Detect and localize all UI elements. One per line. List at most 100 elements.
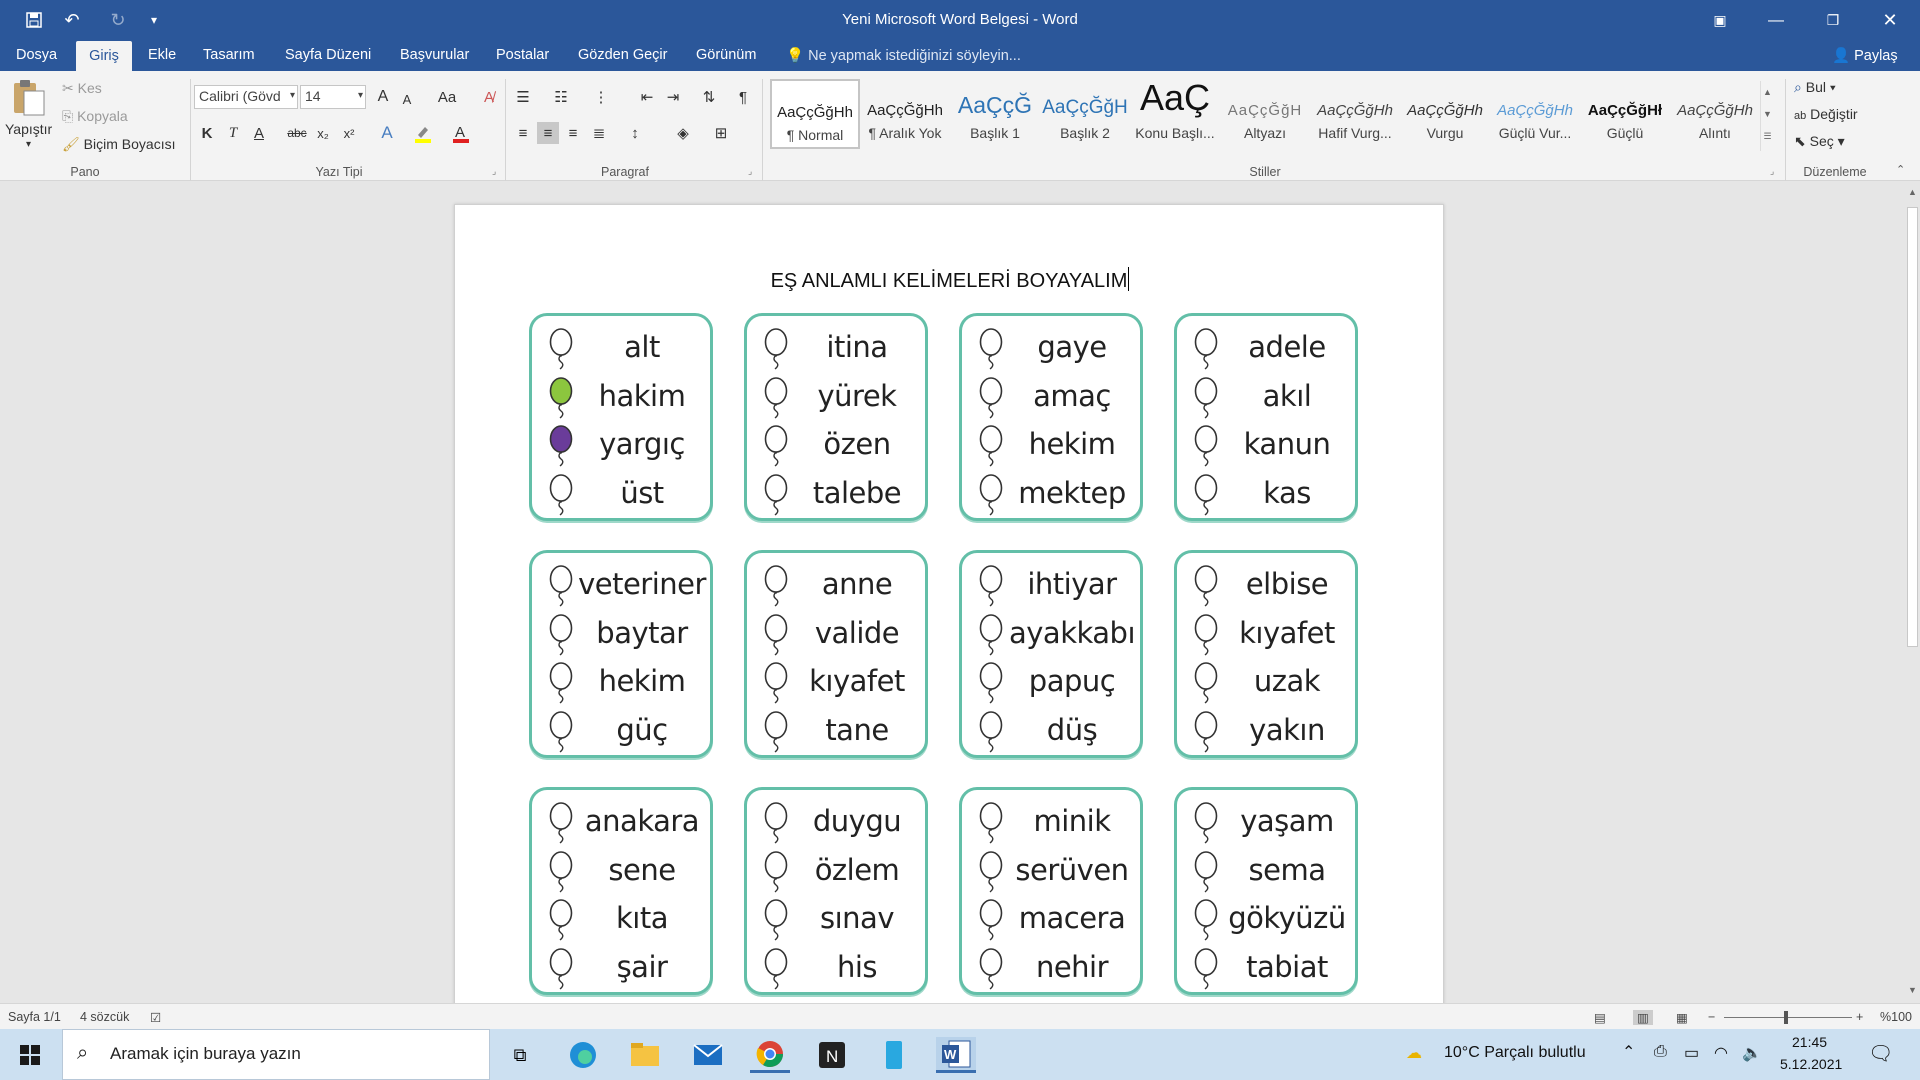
share-button[interactable]: 👤 Paylaş [1832, 47, 1898, 64]
grow-font-icon[interactable]: A [372, 86, 394, 108]
balloon-icon[interactable] [548, 613, 574, 656]
balloon-icon[interactable] [978, 710, 1004, 753]
zoom-slider[interactable] [1724, 1017, 1852, 1018]
gallery-scroll[interactable]: ▲ ▼ ☰ [1760, 81, 1774, 151]
balloon-icon[interactable] [1193, 328, 1219, 370]
shading-icon[interactable]: ◈ [672, 122, 694, 144]
chrome-icon[interactable] [750, 1037, 790, 1073]
style-title[interactable]: AaÇ Konu Başlı... [1130, 79, 1220, 149]
balloon-icon[interactable] [978, 425, 1004, 467]
style-quote[interactable]: AaÇçĞğHh Alıntı [1670, 79, 1760, 149]
balloon-icon[interactable] [763, 473, 789, 516]
balloon-icon[interactable] [763, 613, 789, 656]
balloon-icon[interactable] [548, 899, 574, 941]
find-button[interactable]: ⌕ Bul ▾ [1794, 79, 1836, 96]
font-color-icon[interactable]: A [450, 122, 472, 144]
style-heading-2[interactable]: AaÇçĞğH Başlık 2 [1040, 79, 1130, 149]
balloon-icon[interactable] [1193, 565, 1219, 607]
style-strong[interactable]: AaÇçĞğHł Güçlü [1580, 79, 1670, 149]
app-icon[interactable] [874, 1037, 914, 1073]
bold-button[interactable]: K [196, 122, 218, 144]
taskbar-search-box[interactable]: ⌕ Aramak için buraya yazın [62, 1029, 490, 1080]
tab-sayfa-duzeni[interactable]: Sayfa Düzeni [285, 47, 371, 63]
balloon-icon[interactable] [763, 328, 789, 370]
wifi-icon[interactable]: ◠ [1714, 1043, 1728, 1063]
underline-button[interactable]: A [248, 122, 270, 144]
numbering-icon[interactable]: ☷ [550, 86, 572, 108]
style-intense-emphasis[interactable]: AaÇçĞğHh Güçlü Vur... [1490, 79, 1580, 149]
balloon-icon[interactable] [978, 662, 1004, 704]
tab-ekle[interactable]: Ekle [148, 47, 176, 63]
line-spacing-icon[interactable]: ↕ [624, 122, 646, 144]
document-heading[interactable]: EŞ ANLAMLI KELİMELERİ BOYAYALIM [455, 267, 1445, 293]
file-explorer-icon[interactable] [625, 1037, 665, 1073]
copy-button[interactable]: ⎘ Kopyala [62, 108, 128, 125]
balloon-icon[interactable] [1193, 662, 1219, 704]
paste-button[interactable]: Yapıştır [5, 121, 52, 137]
dialog-launcher-icon[interactable]: ⌟ [1770, 166, 1774, 177]
vertical-scrollbar[interactable]: ▲ ▼ [1905, 181, 1920, 1003]
balloon-icon[interactable] [763, 899, 789, 941]
balloon-icon[interactable] [763, 710, 789, 753]
replace-button[interactable]: ab Değiştir [1794, 106, 1858, 122]
ribbon-display-icon[interactable]: ▣ [1692, 0, 1748, 41]
dialog-launcher-icon[interactable]: ⌟ [492, 166, 496, 177]
text-effects-icon[interactable]: A [376, 122, 398, 144]
balloon-icon[interactable] [763, 802, 789, 844]
decrease-indent-icon[interactable]: ⇤ [636, 86, 658, 108]
zoom-slider-thumb[interactable] [1784, 1011, 1788, 1024]
balloon-icon[interactable] [978, 473, 1004, 516]
word-count[interactable]: 4 sözcük [80, 1010, 129, 1024]
document-page[interactable]: EŞ ANLAMLI KELİMELERİ BOYAYALIM alt hakim… [454, 204, 1444, 1003]
balloon-icon[interactable] [763, 947, 789, 990]
dialog-launcher-icon[interactable]: ⌟ [748, 166, 752, 177]
close-button[interactable]: ✕ [1862, 0, 1918, 41]
page-count[interactable]: Sayfa 1/1 [8, 1010, 61, 1024]
format-painter-button[interactable]: 🖌 Biçim Boyacısı [62, 136, 175, 153]
font-size-combo[interactable]: 14 ▾ [300, 85, 366, 109]
balloon-icon[interactable] [1193, 947, 1219, 990]
style-no-spacing[interactable]: AaÇçĞğHh ¶ Aralık Yok [860, 79, 950, 149]
balloon-icon[interactable] [548, 710, 574, 753]
volume-icon[interactable]: 🔈 [1742, 1043, 1762, 1063]
superscript-button[interactable]: x² [338, 122, 360, 144]
select-button[interactable]: ⬉ Seç ▾ [1794, 133, 1845, 150]
word-icon[interactable]: W [936, 1037, 976, 1073]
balloon-icon[interactable] [548, 947, 574, 990]
print-layout-icon[interactable]: ▥ [1633, 1010, 1653, 1025]
align-right-icon[interactable]: ≡ [562, 122, 584, 144]
balloon-icon[interactable] [548, 802, 574, 844]
balloon-icon[interactable] [978, 613, 1004, 656]
collapse-ribbon-icon[interactable]: ⌃ [1896, 163, 1905, 176]
borders-icon[interactable]: ⊞ [710, 122, 732, 144]
balloon-icon[interactable] [763, 850, 789, 893]
shrink-font-icon[interactable]: A [396, 88, 418, 110]
balloon-icon[interactable] [1193, 899, 1219, 941]
battery-icon[interactable]: ▭ [1684, 1043, 1699, 1063]
balloon-icon[interactable] [548, 850, 574, 893]
tab-gorunum[interactable]: Görünüm [696, 47, 756, 63]
increase-indent-icon[interactable]: ⇥ [662, 86, 684, 108]
tab-postalar[interactable]: Postalar [496, 47, 549, 63]
tab-dosya[interactable]: Dosya [16, 47, 57, 63]
weather-icon[interactable]: ☁ [1406, 1043, 1422, 1063]
edge-icon[interactable] [563, 1037, 603, 1073]
balloon-icon[interactable] [763, 425, 789, 467]
balloon-icon[interactable] [548, 425, 574, 467]
zoom-level[interactable]: %100 [1880, 1010, 1912, 1024]
sort-icon[interactable]: ⇅ [698, 86, 720, 108]
align-center-icon[interactable]: ≡ [537, 122, 559, 144]
notification-icon[interactable]: 🗨 [1868, 1041, 1893, 1066]
proofing-icon[interactable]: ☑ [150, 1010, 161, 1025]
mail-icon[interactable] [688, 1037, 728, 1073]
balloon-icon[interactable] [978, 947, 1004, 990]
balloon-icon[interactable] [1193, 710, 1219, 753]
clock-date[interactable]: 5.12.2021 [1780, 1056, 1842, 1072]
tab-giris[interactable]: Giriş [76, 41, 132, 71]
tab-tasarim[interactable]: Tasarım [203, 47, 255, 63]
maximize-button[interactable]: ❐ [1805, 0, 1861, 41]
strikethrough-button[interactable]: abc [286, 122, 308, 144]
balloon-icon[interactable] [763, 376, 789, 419]
scroll-up-icon[interactable]: ▲ [1908, 187, 1917, 197]
balloon-icon[interactable] [548, 376, 574, 419]
